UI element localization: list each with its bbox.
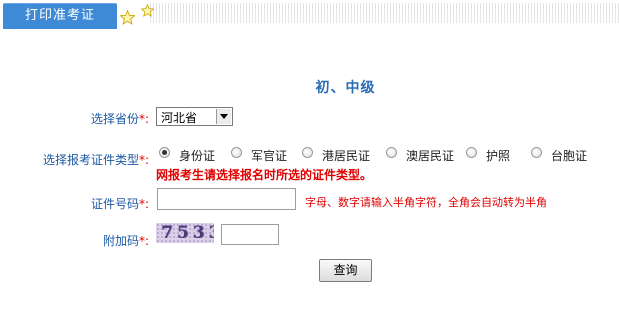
- star-icon: [120, 10, 135, 25]
- radio-button[interactable]: [386, 147, 397, 158]
- captcha-label: 附加码*:: [102, 234, 149, 248]
- id-number-label: 证件号码*:: [90, 197, 149, 211]
- radio-button[interactable]: [231, 147, 242, 158]
- province-selected-value: 河北省: [161, 111, 198, 125]
- chevron-down-icon[interactable]: [216, 109, 231, 124]
- id-number-input[interactable]: [157, 188, 296, 210]
- province-label: 选择省份*:: [90, 112, 149, 126]
- header-bar: 打印准考证: [0, 0, 619, 34]
- radio-button[interactable]: [302, 147, 313, 158]
- query-button[interactable]: 查询: [319, 259, 372, 282]
- radio-button[interactable]: [159, 147, 170, 158]
- captcha-input[interactable]: [221, 224, 279, 245]
- id-type-radio-group: 身份证 军官证 港居民证 澳居民证 护照 台胞证: [156, 144, 616, 164]
- tab-print-admission-ticket[interactable]: 打印准考证: [3, 3, 117, 29]
- captcha-image[interactable]: 7533: [156, 223, 214, 243]
- province-select[interactable]: 河北省: [156, 107, 233, 126]
- header-stripe: [150, 3, 619, 23]
- captcha-code: 7533: [161, 223, 214, 243]
- star-icon: [141, 4, 154, 17]
- section-title: 初、中级: [315, 80, 376, 96]
- radio-button[interactable]: [466, 147, 477, 158]
- id-number-hint: 字母、数字请输入半角字符，全角会自动转为半角: [305, 196, 547, 209]
- radio-button[interactable]: [531, 147, 542, 158]
- id-type-warning: 网报考生请选择报名时所选的证件类型。: [156, 168, 373, 182]
- id-type-label: 选择报考证件类型*:: [42, 153, 149, 167]
